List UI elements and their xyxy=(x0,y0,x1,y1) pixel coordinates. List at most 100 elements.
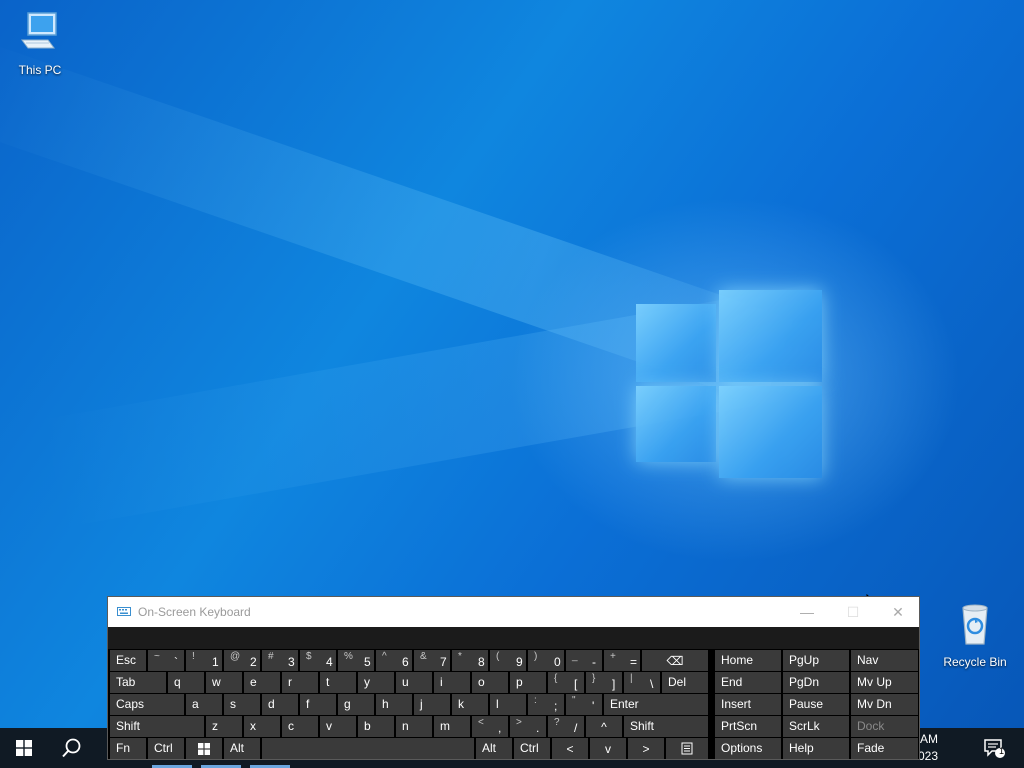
key-t[interactable]: t xyxy=(320,672,356,693)
maximize-button[interactable]: ☐ xyxy=(830,597,876,627)
key-y[interactable]: y xyxy=(358,672,394,693)
key-esc[interactable]: Esc xyxy=(110,650,146,671)
key-ctrl[interactable]: Ctrl xyxy=(148,738,184,759)
key-alt[interactable]: Alt xyxy=(476,738,512,759)
key-fn[interactable]: Fn xyxy=(110,738,146,759)
key-r[interactable]: r xyxy=(282,672,318,693)
key-prtscn[interactable]: PrtScn xyxy=(715,716,781,737)
key-k[interactable]: k xyxy=(452,694,488,715)
key-scrlk[interactable]: ScrLk xyxy=(783,716,849,737)
key-7[interactable]: & 7 xyxy=(414,650,450,671)
this-pc-desktop-icon[interactable]: This PC xyxy=(0,10,80,77)
key-6[interactable]: ^ 6 xyxy=(376,650,412,671)
key-w[interactable]: w xyxy=(206,672,242,693)
key-symbol[interactable]: _ - xyxy=(566,650,602,671)
key-mv-up[interactable]: Mv Up xyxy=(851,672,918,693)
key-symbol[interactable]: " ' xyxy=(566,694,602,715)
arrow-right-key[interactable]: > xyxy=(628,738,664,759)
key-n[interactable]: n xyxy=(396,716,432,737)
key-enter[interactable]: Enter xyxy=(604,694,708,715)
key-caps[interactable]: Caps xyxy=(110,694,184,715)
key-symbol[interactable]: {[ xyxy=(548,672,584,693)
key-dock[interactable]: Dock xyxy=(851,716,918,737)
key-alt[interactable]: Alt xyxy=(224,738,260,759)
key-v[interactable]: v xyxy=(320,716,356,737)
key-symbol[interactable]: :; xyxy=(528,694,564,715)
key-3[interactable]: #3 xyxy=(262,650,298,671)
key-1[interactable]: ! 1 xyxy=(186,650,222,671)
key-char: [ xyxy=(574,677,578,691)
key-symbol[interactable]: >. xyxy=(510,716,546,737)
key-char: , xyxy=(498,721,502,735)
key-label: j xyxy=(420,697,423,711)
key-s[interactable]: s xyxy=(224,694,260,715)
recycle-bin-desktop-icon[interactable]: Recycle Bin xyxy=(935,602,1015,669)
key-5[interactable]: % 5 xyxy=(338,650,374,671)
close-button[interactable]: ✕ xyxy=(875,597,921,627)
start-button[interactable] xyxy=(0,728,48,768)
key-shift[interactable]: Shift xyxy=(110,716,204,737)
key-pgdn[interactable]: PgDn xyxy=(783,672,849,693)
key-0[interactable]: ) 0 xyxy=(528,650,564,671)
search-button[interactable] xyxy=(48,728,96,768)
key-symbol[interactable]: <, xyxy=(472,716,508,737)
key-j[interactable]: j xyxy=(414,694,450,715)
key-home[interactable]: Home xyxy=(715,650,781,671)
arrow-left-key[interactable]: < xyxy=(552,738,588,759)
backspace-key[interactable]: ⌫ xyxy=(642,650,708,671)
minimize-button[interactable]: — xyxy=(784,597,830,627)
key-x[interactable]: x xyxy=(244,716,280,737)
arrow-down-key[interactable]: v xyxy=(590,738,626,759)
key-u[interactable]: u xyxy=(396,672,432,693)
key-q[interactable]: q xyxy=(168,672,204,693)
key-2[interactable]: @2 xyxy=(224,650,260,671)
key-p[interactable]: p xyxy=(510,672,546,693)
key-shift[interactable]: Shift xyxy=(624,716,708,737)
key-help[interactable]: Help xyxy=(783,738,849,759)
key-pgup[interactable]: PgUp xyxy=(783,650,849,671)
key-symbol[interactable]: ~ ` xyxy=(148,650,184,671)
key-z[interactable]: z xyxy=(206,716,242,737)
key-mv-dn[interactable]: Mv Dn xyxy=(851,694,918,715)
key-h[interactable]: h xyxy=(376,694,412,715)
action-center-button[interactable]: 1 xyxy=(970,728,1018,768)
key-pause[interactable]: Pause xyxy=(783,694,849,715)
key-symbol[interactable]: | \ xyxy=(624,672,660,693)
key-a[interactable]: a xyxy=(186,694,222,715)
key-c[interactable]: c xyxy=(282,716,318,737)
space-bar-key[interactable] xyxy=(262,738,474,759)
key-b[interactable]: b xyxy=(358,716,394,737)
key-options[interactable]: Options xyxy=(715,738,781,759)
key-insert[interactable]: Insert xyxy=(715,694,781,715)
key-8[interactable]: * 8 xyxy=(452,650,488,671)
key-e[interactable]: e xyxy=(244,672,280,693)
key-shift-char: _ xyxy=(572,651,578,662)
key-symbol[interactable]: ? / xyxy=(548,716,584,737)
key-o[interactable]: o xyxy=(472,672,508,693)
key-end[interactable]: End xyxy=(715,672,781,693)
osk-title-bar[interactable]: On-Screen Keyboard — ☐ ✕ xyxy=(108,597,919,627)
key-del[interactable]: Del xyxy=(662,672,708,693)
windows-key-key[interactable] xyxy=(186,738,222,759)
key-label: Ctrl xyxy=(154,741,173,755)
key-f[interactable]: f xyxy=(300,694,336,715)
this-pc-label: This PC xyxy=(18,63,62,77)
key-m[interactable]: m xyxy=(434,716,470,737)
key-shift-char: + xyxy=(610,651,616,662)
key-fade[interactable]: Fade xyxy=(851,738,918,759)
key-g[interactable]: g xyxy=(338,694,374,715)
arrow-up-key[interactable]: ^ xyxy=(586,716,622,737)
key-d[interactable]: d xyxy=(262,694,298,715)
key-nav[interactable]: Nav xyxy=(851,650,918,671)
menu-key-key[interactable] xyxy=(666,738,708,759)
key-label: Help xyxy=(789,741,814,755)
key-symbol[interactable]: }] xyxy=(586,672,622,693)
key-4[interactable]: $4 xyxy=(300,650,336,671)
arrow-down-icon: v xyxy=(605,741,611,756)
key-tab[interactable]: Tab xyxy=(110,672,166,693)
key-symbol[interactable]: + = xyxy=(604,650,640,671)
key-ctrl[interactable]: Ctrl xyxy=(514,738,550,759)
key-9[interactable]: (9 xyxy=(490,650,526,671)
key-i[interactable]: i xyxy=(434,672,470,693)
key-l[interactable]: l xyxy=(490,694,526,715)
